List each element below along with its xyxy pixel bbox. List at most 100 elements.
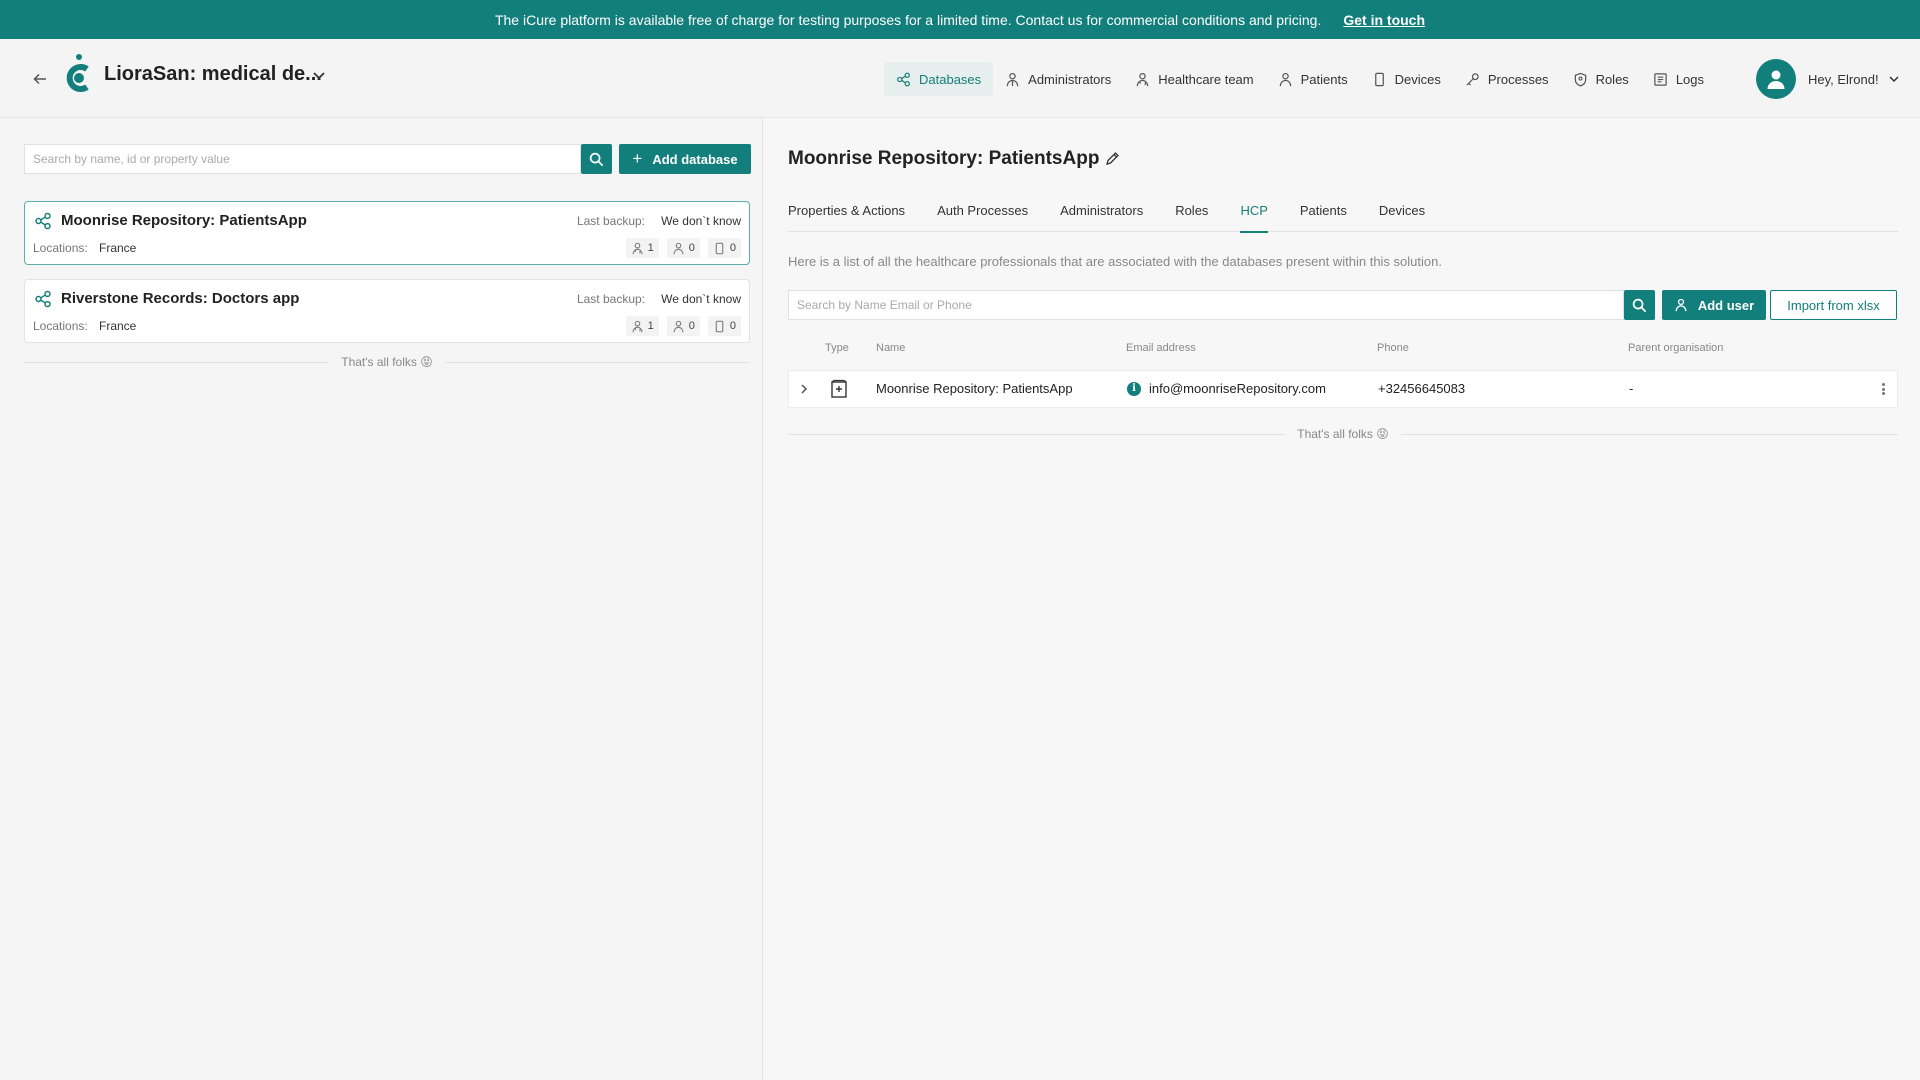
database-card[interactable]: Riverstone Records: Doctors app Last bac… <box>24 279 750 343</box>
nav-processes[interactable]: Processes <box>1453 62 1561 96</box>
patient-count-badge: 0 <box>666 238 700 258</box>
nav-administrators-label: Administrators <box>1028 71 1112 87</box>
patient-count-badge: 0 <box>666 316 700 336</box>
hcp-count: 1 <box>647 242 654 254</box>
nav-patients[interactable]: Patients <box>1266 62 1360 96</box>
get-in-touch-link[interactable]: Get in touch <box>1343 12 1425 28</box>
column-header-phone: Phone <box>1377 342 1409 354</box>
healthcare-team-icon <box>632 320 643 332</box>
locations-value: France <box>99 319 137 333</box>
add-user-label: Add user <box>1697 297 1755 313</box>
patient-count: 0 <box>688 242 695 254</box>
nav-roles[interactable]: Roles <box>1561 62 1641 96</box>
chevron-right-icon[interactable] <box>797 382 811 396</box>
device-icon <box>715 242 724 254</box>
more-options-icon[interactable] <box>1877 380 1889 398</box>
device-icon <box>715 320 724 332</box>
end-of-list: That's all folks 😝 <box>24 354 750 370</box>
nav-logs[interactable]: Logs <box>1641 62 1716 96</box>
solution-title: LioraSan: medical de... <box>104 63 322 85</box>
nav-administrators[interactable]: Administrators <box>993 62 1123 96</box>
nav-databases-label: Databases <box>919 71 982 87</box>
database-name: Riverstone Records: Doctors app <box>61 290 300 307</box>
nav-devices-label: Devices <box>1394 71 1441 87</box>
plus-icon: + <box>632 149 643 168</box>
user-icon <box>1675 298 1687 312</box>
avatar <box>1756 59 1796 99</box>
device-count: 0 <box>729 320 736 332</box>
import-from-xlsx-button[interactable]: Import from xlsx <box>1770 290 1897 320</box>
user-greeting: Hey, Elrond! <box>1808 71 1879 87</box>
pencil-icon[interactable] <box>1104 151 1120 167</box>
healthcare-team-icon <box>632 242 643 254</box>
hcp-phone: +32456645083 <box>1378 381 1466 396</box>
database-detail-panel: Moonrise Repository: PatientsApp Propert… <box>764 118 1920 1080</box>
tab-hcp[interactable]: HCP <box>1240 196 1269 233</box>
divider <box>24 361 330 363</box>
database-name: Moonrise Repository: PatientsApp <box>61 212 307 229</box>
column-header-email: Email address <box>1126 342 1196 354</box>
user-menu[interactable]: Hey, Elrond! <box>1756 59 1901 99</box>
top-bar: LioraSan: medical de... Databases Admini… <box>0 39 1920 118</box>
locations-value: France <box>99 241 137 255</box>
table-row[interactable]: Moonrise Repository: PatientsApp i info@… <box>788 370 1898 408</box>
hcp-search-button[interactable] <box>1624 290 1655 320</box>
hcp-search-input[interactable] <box>788 290 1624 320</box>
hcp-count: 1 <box>647 320 654 332</box>
end-of-list-text: That's all folks 😝 <box>1297 427 1389 441</box>
device-count-badge: 0 <box>707 238 741 258</box>
info-icon: i <box>1127 381 1141 396</box>
column-header-type: Type <box>825 342 849 354</box>
tab-properties-actions[interactable]: Properties & Actions <box>788 196 905 232</box>
database-icon <box>35 290 51 308</box>
tab-roles[interactable]: Roles <box>1175 196 1208 232</box>
device-count-badge: 0 <box>707 316 741 336</box>
nav-healthcare-team[interactable]: Healthcare team <box>1123 62 1265 96</box>
chevron-down-icon[interactable] <box>310 66 328 84</box>
last-backup-label: Last backup: <box>576 214 645 228</box>
add-user-button[interactable]: Add user <box>1662 290 1766 320</box>
nav-logs-label: Logs <box>1675 71 1705 87</box>
hcp-parent-organisation: - <box>1629 381 1634 396</box>
patient-count: 0 <box>688 320 695 332</box>
main-nav: Databases Administrators Healthcare team… <box>884 61 1716 97</box>
nav-processes-label: Processes <box>1487 71 1549 87</box>
hcp-name: Moonrise Repository: PatientsApp <box>876 381 1073 396</box>
add-database-button[interactable]: + Add database <box>619 144 751 174</box>
last-backup-value: We don`t know <box>661 214 741 228</box>
organisation-icon <box>831 379 847 398</box>
divider <box>444 361 750 363</box>
tab-patients[interactable]: Patients <box>1300 196 1347 232</box>
database-search-button[interactable] <box>581 144 612 174</box>
nav-devices[interactable]: Devices <box>1360 62 1453 96</box>
end-of-list: That's all folks 😝 <box>788 426 1898 442</box>
last-backup-value: We don`t know <box>661 292 741 306</box>
tab-auth-processes[interactable]: Auth Processes <box>937 196 1028 232</box>
tab-devices[interactable]: Devices <box>1379 196 1425 232</box>
divider <box>1400 433 1898 435</box>
database-counters: 1 0 0 <box>618 238 741 258</box>
last-backup-label: Last backup: <box>576 292 645 306</box>
database-card[interactable]: Moonrise Repository: PatientsApp Last ba… <box>24 201 750 265</box>
nav-databases[interactable]: Databases <box>884 62 994 96</box>
nav-patients-label: Patients <box>1300 71 1348 87</box>
patient-icon <box>1279 72 1291 86</box>
database-list-panel: + Add database Moonrise Repository: Pati… <box>0 118 763 1080</box>
database-counters: 1 0 0 <box>618 316 741 336</box>
database-search-input[interactable] <box>24 144 581 174</box>
banner-message: The iCure platform is available free of … <box>494 11 1322 28</box>
back-arrow-icon[interactable] <box>28 67 52 91</box>
nav-healthcare-team-label: Healthcare team <box>1158 71 1254 87</box>
device-icon <box>1374 72 1384 86</box>
tab-administrators[interactable]: Administrators <box>1060 196 1143 232</box>
icure-logo-icon <box>62 53 96 99</box>
shield-icon <box>1574 72 1586 87</box>
announcement-banner: The iCure platform is available free of … <box>0 0 1920 39</box>
hcp-description: Here is a list of all the healthcare pro… <box>788 254 1442 269</box>
patient-icon <box>673 242 684 254</box>
detail-tabs: Properties & Actions Auth Processes Admi… <box>788 196 1898 233</box>
nav-roles-label: Roles <box>1595 71 1629 87</box>
column-header-parent-organisation: Parent organisation <box>1628 342 1724 354</box>
locations-label: Locations: <box>33 241 88 255</box>
hcp-count-badge: 1 <box>625 238 659 258</box>
